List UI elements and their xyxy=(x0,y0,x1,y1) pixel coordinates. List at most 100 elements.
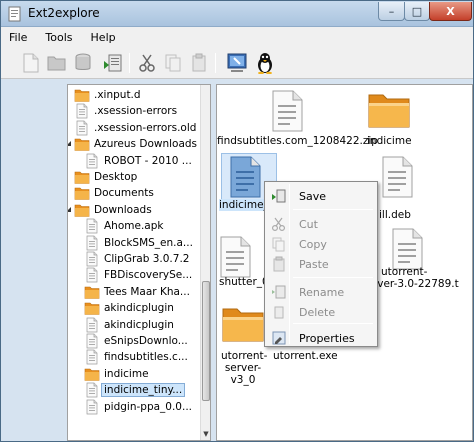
tree-scrollbar[interactable]: ▼ xyxy=(200,85,210,440)
tree-expander-icon[interactable] xyxy=(68,205,73,214)
app-icon xyxy=(8,6,21,22)
rescan-button[interactable] xyxy=(225,51,249,75)
new-file-icon xyxy=(23,53,39,73)
menu-file[interactable]: File xyxy=(7,31,29,44)
menu-tools[interactable]: Tools xyxy=(43,31,74,44)
file-icon xyxy=(84,382,100,398)
tree-item[interactable]: Tees Maar Kha... xyxy=(68,284,202,300)
tree-scrollbar-thumb[interactable] xyxy=(202,281,210,401)
tree-item[interactable]: ClipGrab 3.0.7.2 xyxy=(68,251,202,267)
app-window: Ext2explore – □ X File Tools Help .xinpu… xyxy=(0,0,474,442)
tree-item[interactable]: eSnipsDownlo... xyxy=(68,333,202,349)
tree-item-label: Ahome.apk xyxy=(104,220,164,233)
tree-item[interactable]: .xsession-errors.old xyxy=(68,120,202,136)
properties-icon xyxy=(271,330,287,346)
tree-item[interactable]: Ahome.apk xyxy=(68,218,202,234)
paste-button[interactable] xyxy=(187,51,211,75)
disk-icon xyxy=(75,53,91,70)
tree-expander-icon[interactable] xyxy=(68,139,73,148)
copy-icon xyxy=(165,54,181,72)
copy-icon xyxy=(271,236,287,252)
tree-item[interactable]: ROBOT - 2010 ... xyxy=(68,153,202,169)
directory-tree[interactable]: .xinput.d .xsession-errors .xsession-error… xyxy=(67,84,211,441)
file-icon xyxy=(84,333,100,349)
tree-item-label: akindicplugin xyxy=(104,302,174,315)
context-menu-separator xyxy=(293,323,373,324)
context-menu-item-label: Rename xyxy=(299,286,345,299)
file-icon xyxy=(84,235,100,251)
tree-item-label: findsubtitles.c... xyxy=(104,351,188,364)
tree-item[interactable]: Documents xyxy=(68,185,202,201)
folder-icon xyxy=(84,300,100,316)
open-folder-icon xyxy=(47,56,66,71)
tree-item-label: .xinput.d xyxy=(94,89,141,101)
context-menu-item-delete[interactable]: Delete xyxy=(267,302,375,322)
tree-item[interactable]: akindicplugin xyxy=(68,317,202,333)
cut-button[interactable] xyxy=(135,51,159,75)
minimize-button[interactable]: – xyxy=(378,2,405,21)
context-menu-item-label: Copy xyxy=(299,238,327,251)
save-icon xyxy=(104,54,122,72)
context-menu-item-properties[interactable]: Properties xyxy=(267,328,375,348)
maximize-button[interactable]: □ xyxy=(404,2,430,21)
open-folder-button[interactable] xyxy=(45,51,69,75)
tree-item[interactable]: akindicplugin xyxy=(68,300,202,316)
menu-bar: File Tools Help xyxy=(1,27,473,47)
tree-item[interactable]: BlockSMS_en.a... xyxy=(68,235,202,251)
tree-item-label: indicime xyxy=(104,367,149,380)
context-menu-separator xyxy=(293,209,373,210)
context-menu-item-save[interactable]: Save xyxy=(267,186,375,206)
cut-icon xyxy=(139,54,155,72)
menu-help[interactable]: Help xyxy=(89,31,118,44)
minimize-icon: – xyxy=(388,4,395,18)
scroll-down-arrow-icon[interactable]: ▼ xyxy=(202,430,210,438)
close-button[interactable]: X xyxy=(429,2,472,21)
disk-button[interactable] xyxy=(71,51,95,75)
tree-item[interactable]: indicime xyxy=(68,366,202,382)
file-icon xyxy=(84,251,100,267)
context-menu-item-paste[interactable]: Paste xyxy=(267,254,375,274)
new-file-button[interactable] xyxy=(19,51,43,75)
context-menu-item-rename[interactable]: Rename xyxy=(267,282,375,302)
file-icon xyxy=(84,267,100,283)
context-menu-item-label: Paste xyxy=(299,258,329,271)
tree-item[interactable]: Desktop xyxy=(68,169,202,185)
linux-button[interactable] xyxy=(253,51,277,75)
tree-item[interactable]: .xinput.d xyxy=(68,87,202,103)
folder-icon xyxy=(74,202,90,218)
tree-item-label: BlockSMS_en.a... xyxy=(104,236,193,249)
folder-icon xyxy=(221,303,265,346)
tree-item[interactable]: indicime_tiny... xyxy=(68,382,202,398)
folder-icon xyxy=(84,284,100,300)
context-menu-item-label: Delete xyxy=(299,306,336,319)
tree-item[interactable]: FBDiscoverySe... xyxy=(68,267,202,283)
copy-button[interactable] xyxy=(161,51,185,75)
paste-icon xyxy=(271,256,287,272)
file-item-label: ill.deb xyxy=(379,209,411,221)
file-icon xyxy=(84,317,100,333)
file-item-label: utorrent.exe xyxy=(273,350,338,362)
tree-item[interactable]: Azureus Downloads xyxy=(68,136,202,152)
tree-item[interactable]: findsubtitles.c... xyxy=(68,349,202,365)
folder-icon xyxy=(74,136,90,152)
file-item-label: shutter_0 xyxy=(219,276,269,288)
file-icon xyxy=(74,103,90,119)
rescan-icon xyxy=(227,53,247,72)
folder-icon xyxy=(74,169,90,185)
context-menu-item-copy[interactable]: Copy xyxy=(267,234,375,254)
title-bar[interactable]: Ext2explore – □ X xyxy=(1,1,473,27)
tree-item-label: .xsession-errors xyxy=(94,105,178,118)
tree-item[interactable]: Downloads xyxy=(68,202,202,218)
file-icon xyxy=(84,399,100,415)
tree-item[interactable]: pidgin-ppa_0.0... xyxy=(68,399,202,415)
tree-item-label: ClipGrab 3.0.7.2 xyxy=(104,253,190,265)
rename-icon xyxy=(271,284,287,300)
file-item-label-part: server- xyxy=(224,362,262,374)
save-button[interactable] xyxy=(101,51,125,75)
context-menu-item-label: Properties xyxy=(299,332,355,345)
file-item-label: indicime xyxy=(367,135,412,147)
tree-item[interactable]: .xsession-errors xyxy=(68,103,202,119)
context-menu-item-cut[interactable]: Cut xyxy=(267,214,375,234)
context-menu-separator xyxy=(293,277,373,278)
cut-icon xyxy=(271,216,287,232)
